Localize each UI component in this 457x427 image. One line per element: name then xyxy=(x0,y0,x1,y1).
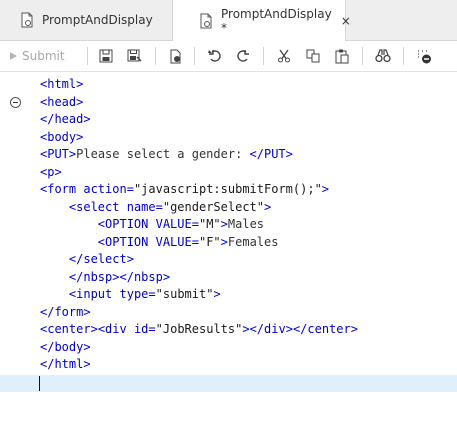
redo-icon[interactable] xyxy=(233,46,253,66)
tab-bar: PromptAndDisplay PromptAndDisplay * × xyxy=(0,0,457,41)
tab-prompt-and-display-modified[interactable]: PromptAndDisplay * × xyxy=(172,0,351,41)
undo-icon[interactable] xyxy=(205,46,225,66)
code-text[interactable]: <html> <head> </head> <body> <PUT>Please sel… xyxy=(40,76,457,391)
code-line[interactable]: </nbsp></nbsp> xyxy=(40,269,457,287)
toolbar-separator xyxy=(403,47,404,65)
code-line[interactable]: <form action="javascript:submitForm();"> xyxy=(40,181,457,199)
code-line[interactable]: <OPTION VALUE="M">Males xyxy=(40,216,457,234)
find-icon[interactable] xyxy=(373,46,393,66)
code-line[interactable]: <body> xyxy=(40,129,457,147)
code-line[interactable]: </body> xyxy=(40,339,457,357)
program-file-icon xyxy=(199,13,213,29)
code-line-current[interactable] xyxy=(40,374,457,392)
play-icon xyxy=(10,52,17,60)
code-line[interactable]: <OPTION VALUE="F">Females xyxy=(40,234,457,252)
run-icon[interactable] xyxy=(166,46,186,66)
tab-label: PromptAndDisplay xyxy=(42,13,153,27)
toolbar-separator xyxy=(155,47,156,65)
submit-button[interactable]: Submit xyxy=(10,47,65,65)
submit-label: Submit xyxy=(22,49,65,63)
toolbar-separator xyxy=(87,47,88,65)
code-editor[interactable]: <html> <head> </head> <body> <PUT>Please sel… xyxy=(0,72,457,427)
fold-collapse-icon[interactable] xyxy=(10,97,21,108)
close-icon[interactable]: × xyxy=(341,14,351,28)
cut-icon[interactable] xyxy=(274,46,294,66)
save-icon[interactable] xyxy=(96,46,116,66)
toolbar-separator xyxy=(263,47,264,65)
paste-icon[interactable] xyxy=(332,46,352,66)
code-line[interactable]: <PUT>Please select a gender: </PUT> xyxy=(40,146,457,164)
code-line[interactable]: </form> xyxy=(40,304,457,322)
tab-prompt-and-display[interactable]: PromptAndDisplay xyxy=(0,0,170,40)
code-line[interactable]: <select name="genderSelect"> xyxy=(40,199,457,217)
toolbar-separator xyxy=(362,47,363,65)
clear-icon[interactable] xyxy=(414,46,434,66)
toolbar-separator xyxy=(194,47,195,65)
code-line[interactable]: </select> xyxy=(40,251,457,269)
code-line[interactable]: </head> xyxy=(40,111,457,129)
editor-toolbar: Submit xyxy=(0,41,457,72)
copy-icon[interactable] xyxy=(303,46,323,66)
code-line[interactable]: <center><div id="JobResults"></div></cen… xyxy=(40,321,457,339)
code-line[interactable]: </html> xyxy=(40,356,457,374)
tab-label: PromptAndDisplay * xyxy=(221,6,332,35)
code-line[interactable]: <p> xyxy=(40,164,457,182)
program-file-icon xyxy=(20,12,34,28)
editor-gutter xyxy=(0,72,37,427)
code-line[interactable]: <head> xyxy=(40,94,457,112)
code-line[interactable]: <input type="submit"> xyxy=(40,286,457,304)
code-line[interactable]: <html> xyxy=(40,76,457,94)
text-cursor xyxy=(39,376,40,391)
save-as-icon[interactable] xyxy=(124,46,144,66)
